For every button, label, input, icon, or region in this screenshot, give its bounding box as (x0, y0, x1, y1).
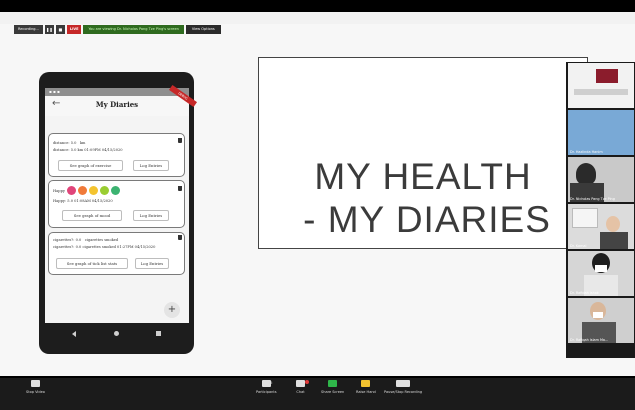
exercise-value: distance: 5.0 km (53, 141, 86, 145)
nav-back-icon[interactable] (72, 331, 76, 337)
stop-video-button[interactable]: Stop Video (26, 380, 45, 394)
exercise-last-entry: distance: 5.0 km 01:09PM 04/15/2020 (53, 148, 123, 152)
log-entries-button[interactable]: Log Entries (133, 210, 169, 221)
slide-title-line1: MY HEALTH (314, 156, 532, 197)
live-badge[interactable]: LIVE (66, 25, 82, 34)
participant-name: Dr. Nicholas Pang Tze Ping (570, 197, 615, 201)
mood-label: Happy (53, 189, 65, 193)
participant-tile[interactable]: Dr. Rafidah Ishak (568, 251, 634, 296)
trash-icon[interactable] (178, 138, 182, 143)
screen: Recording... ❚❚ ■ LIVE You are viewing D… (0, 0, 635, 410)
participant-head (606, 216, 620, 232)
trash-icon[interactable] (178, 186, 182, 191)
app-title: My Diaries (95, 100, 139, 109)
poster (572, 208, 598, 228)
participant-tile[interactable]: Dr. Rafiqah Islam Ma... (568, 298, 634, 343)
nav-recent-icon[interactable] (156, 331, 161, 336)
add-entry-button[interactable]: + (164, 302, 180, 318)
view-options-button[interactable]: View Options (185, 25, 221, 34)
pause-icon[interactable]: ❚❚ (44, 25, 54, 34)
share-screen-icon (328, 380, 338, 387)
raise-hand-icon (361, 380, 371, 387)
pause-recording-button[interactable]: Pause/Stop Recording (384, 380, 422, 394)
participants-button[interactable]: Participants (256, 380, 277, 394)
chat-notification-badge (305, 380, 309, 384)
log-entries-button[interactable]: Log Entries (135, 258, 169, 269)
room-background (574, 89, 628, 95)
happy-emoji-icon[interactable] (100, 186, 109, 195)
pause-stop-icon (396, 380, 411, 387)
participant-tile[interactable]: Dr. Kamal (568, 204, 634, 249)
see-graph-tick-list-button[interactable]: See graph of tick list stats (56, 258, 128, 269)
participant-body (600, 232, 628, 249)
participant-name: Dr. Hazlinda Hanim (570, 150, 603, 154)
slide-title-line2: - MY DIARIES (303, 199, 551, 240)
nav-home-icon[interactable] (114, 331, 119, 336)
participant-name: Dr. Rafiqah Islam Ma... (570, 338, 609, 342)
participants-count: 35 (268, 381, 273, 385)
meeting-toolbar (0, 378, 635, 410)
sad-emoji-icon[interactable] (78, 186, 87, 195)
neutral-emoji-icon[interactable] (89, 186, 98, 195)
smoking-value: cigarettes?: 0.0 cigarettes smoked (53, 238, 119, 242)
chat-button[interactable]: Chat (296, 380, 305, 394)
video-background (568, 110, 634, 155)
smoking-last-entry: cigarettes?: 0.0 cigarettes smoked 01:27… (53, 245, 156, 249)
chat-icon (296, 380, 305, 387)
face-mask (595, 265, 607, 272)
recording-status: Recording... (14, 25, 43, 34)
participant-head (576, 163, 596, 185)
see-graph-exercise-button[interactable]: See graph of exercise (58, 160, 123, 171)
status-icons: ▪ ▪ ▪ (49, 89, 60, 94)
phone-status-bar: ▪ ▪ ▪ (45, 88, 189, 96)
viewing-notice: You are viewing Dr. Nicholas Pang Tze Pi… (83, 25, 184, 34)
face-mask (593, 312, 603, 318)
trash-icon[interactable] (178, 235, 182, 240)
very-happy-emoji-icon[interactable] (111, 186, 120, 195)
raise-hand-button[interactable]: Raise Hand (356, 380, 376, 394)
logo-banner (596, 69, 618, 83)
participant-tile[interactable]: Dr. Nicholas Pang Tze Ping (568, 157, 634, 202)
see-graph-mood-button[interactable]: See graph of mood (62, 210, 122, 221)
very-sad-emoji-icon[interactable] (67, 186, 76, 195)
participant-tile[interactable]: Dr. Hazlinda Hanim (568, 110, 634, 155)
top-strip (0, 12, 635, 24)
mood-last-entry: Happy: 5.0 01:08AM 04/15/2020 (53, 199, 113, 203)
stop-icon[interactable]: ■ (55, 25, 65, 34)
participant-name: Dr. Kamal (570, 244, 587, 248)
log-entries-button[interactable]: Log Entries (133, 160, 169, 171)
share-screen-button[interactable]: Share Screen (321, 380, 344, 394)
participant-name: Dr. Rafidah Ishak (570, 291, 599, 295)
recording-bar: Recording... ❚❚ ■ LIVE You are viewing D… (14, 25, 221, 34)
participant-tile[interactable] (568, 63, 634, 108)
video-camera-icon (30, 380, 40, 387)
